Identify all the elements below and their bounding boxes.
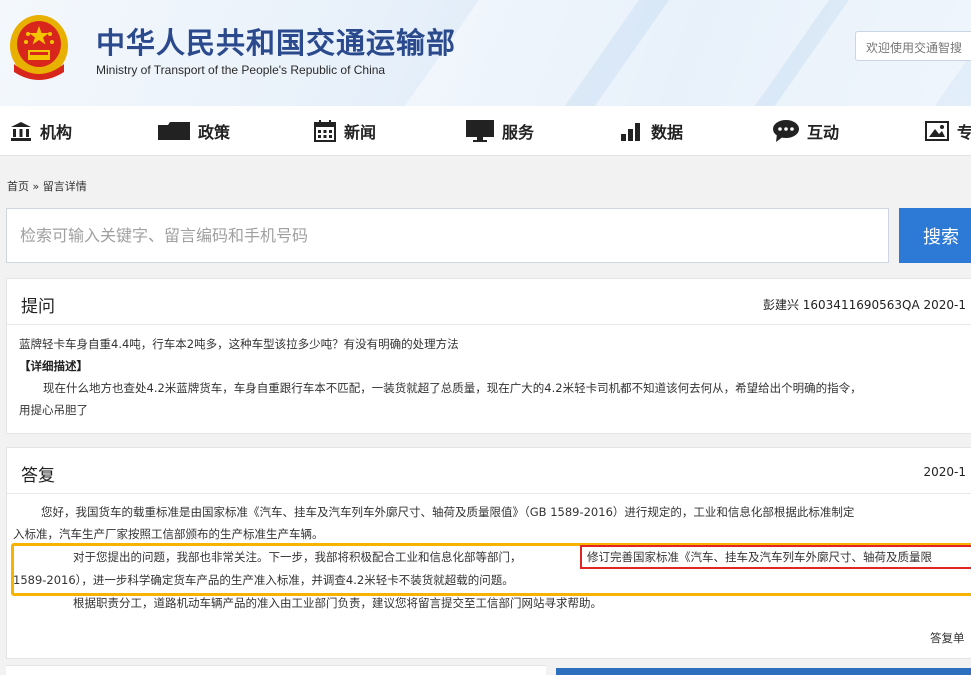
nav-item-news[interactable]: 新闻 <box>314 106 376 156</box>
nav-item-data[interactable]: 数据 <box>621 106 683 156</box>
answer-paragraph-line: 根据职责分工，道路机动车辆产品的准入由工业部门负责，建议您将留言提交至工信部门网… <box>73 596 602 610</box>
answer-title: 答复 <box>21 466 55 486</box>
image-icon <box>925 121 949 141</box>
detail-label: 【详细描述】 <box>19 359 88 373</box>
search-button[interactable]: 搜索 <box>899 208 971 263</box>
nav-item-special[interactable]: 专 <box>925 106 971 156</box>
nav-item-service[interactable]: 服务 <box>466 106 534 156</box>
main-nav: 机构 政策 新闻 服务 数据 互动 专 <box>0 106 971 156</box>
highlight-box-red <box>580 545 971 569</box>
nav-label: 新闻 <box>344 123 377 142</box>
nav-label: 机构 <box>40 123 73 142</box>
question-summary: 蓝牌轻卡车身自重4.4吨，行车本2吨多，这种车型该拉多少吨？有没有明确的处理方法 <box>19 337 459 351</box>
question-detail-line: 现在什么地方也查处4.2米蓝牌货车，车身自重跟行车本不匹配，一装货就超了总质量，… <box>43 381 862 395</box>
nav-label: 互动 <box>807 123 840 142</box>
site-title[interactable]: 中华人民共和国交通运输部 <box>96 20 456 62</box>
folder-icon <box>158 122 190 140</box>
national-emblem-icon[interactable] <box>8 12 70 86</box>
calendar-icon <box>314 120 336 142</box>
nav-label: 政策 <box>198 123 231 142</box>
answer-paragraph-line: 入标准，汽车生产厂家按照工信部颁布的生产标准生产车辆。 <box>13 527 324 541</box>
question-card: 提问 彭建兴 1603411690563QA 2020-1 蓝牌轻卡车身自重4.… <box>6 278 971 434</box>
question-title: 提问 <box>21 297 55 317</box>
bottom-panel <box>6 665 546 675</box>
building-icon <box>11 122 31 141</box>
nav-label: 数据 <box>651 123 684 142</box>
nav-label: 专 <box>957 123 971 142</box>
site-search-box[interactable]: 欢迎使用交通智搜 <box>855 31 971 61</box>
monitor-icon <box>466 120 494 142</box>
search-input[interactable] <box>6 208 889 263</box>
breadcrumb[interactable]: 首页 » 留言详情 <box>7 178 87 194</box>
answer-paragraph-line: 您好，我国货车的载重标准是由国家标准《汽车、挂车及汽车列车外廓尺寸、轴荷及质量限… <box>41 505 855 519</box>
answer-footer[interactable]: 答复单 <box>930 630 965 646</box>
answer-header: 答复 2020-1 <box>7 448 971 494</box>
nav-item-institution[interactable]: 机构 <box>10 106 72 156</box>
site-header: 中华人民共和国交通运输部 Ministry of Transport of th… <box>0 0 971 106</box>
chat-icon <box>773 120 799 142</box>
bottom-panel-blue <box>556 668 971 675</box>
nav-label: 服务 <box>502 123 535 142</box>
question-detail-line: 用提心吊胆了 <box>19 403 88 417</box>
question-meta: 彭建兴 1603411690563QA 2020-1 <box>762 298 966 312</box>
site-subtitle: Ministry of Transport of the People's Re… <box>96 63 386 77</box>
bar-chart-icon <box>621 123 640 141</box>
nav-item-interaction[interactable]: 互动 <box>773 106 839 156</box>
answer-date: 2020-1 <box>923 465 966 479</box>
nav-item-policy[interactable]: 政策 <box>158 106 230 156</box>
question-header: 提问 彭建兴 1603411690563QA 2020-1 <box>7 279 971 325</box>
